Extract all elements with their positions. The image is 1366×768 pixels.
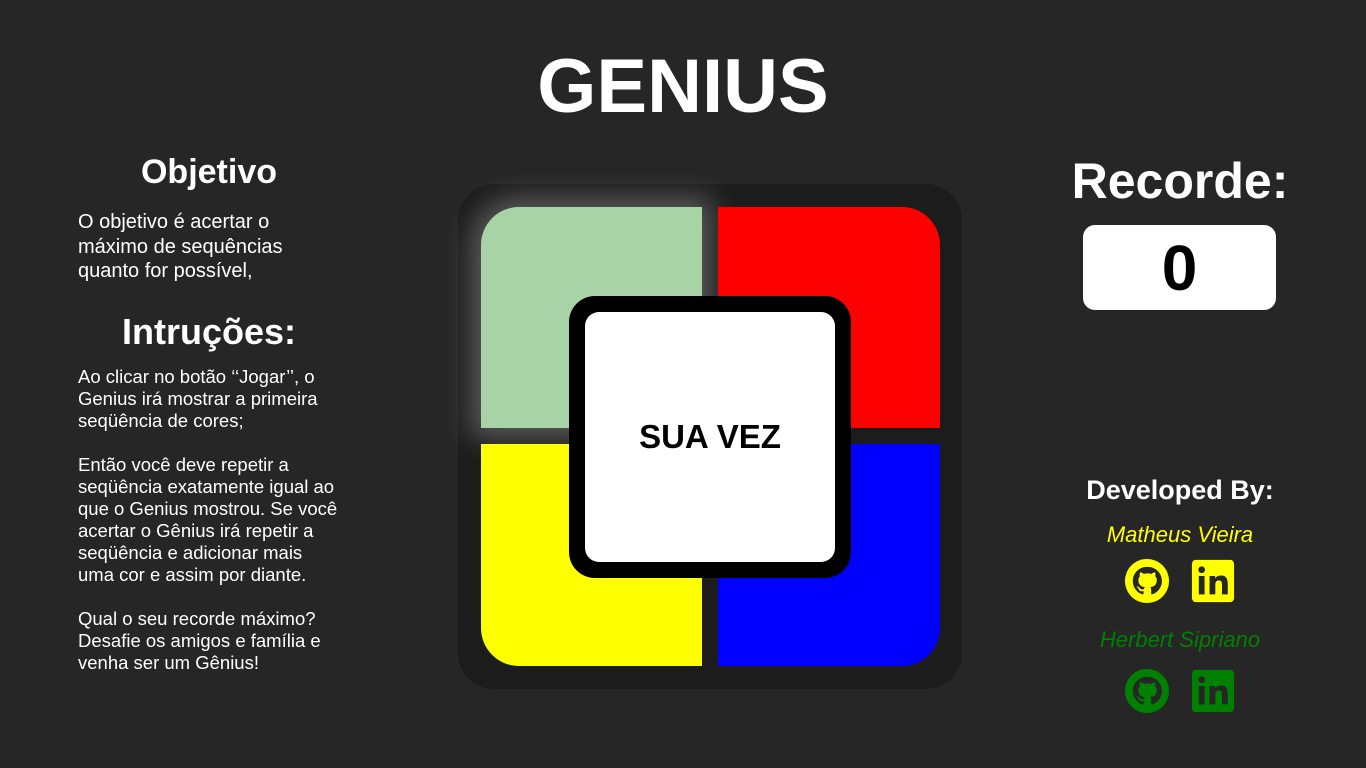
- instructions-list: Ao clicar no botão ‘‘Jogar’’, o Genius i…: [78, 366, 340, 674]
- genius-game-page: GENIUS Objetivo O objetivo é acertar o m…: [0, 0, 1366, 768]
- center-frame: SUA VEZ: [569, 296, 851, 578]
- instructions-panel: Objetivo O objetivo é acertar o máximo d…: [78, 150, 340, 674]
- linkedin-icon[interactable]: [1190, 558, 1236, 604]
- github-icon[interactable]: [1124, 668, 1170, 714]
- developed-by-label: Developed By:: [1086, 475, 1274, 505]
- instructions-heading: Intruções:: [121, 310, 297, 352]
- instruction-paragraph: Ao clicar no botão ‘‘Jogar’’, o Genius i…: [78, 365, 318, 431]
- objective-text: O objetivo é acertar o máximo de sequênc…: [78, 211, 283, 282]
- turn-indicator-button[interactable]: SUA VEZ: [585, 312, 835, 562]
- linkedin-icon[interactable]: [1190, 668, 1236, 714]
- objective-heading: Objetivo: [140, 153, 278, 191]
- github-icon[interactable]: [1124, 558, 1170, 604]
- instruction-paragraph: Então você deve repetir a seqüência exat…: [78, 453, 338, 585]
- page-title: GENIUS: [537, 44, 829, 129]
- instruction-paragraph: Qual o seu recorde máximo? Desafie os am…: [78, 607, 321, 673]
- developer-name: Matheus Vieira: [1106, 522, 1254, 547]
- record-label: Recorde:: [1071, 153, 1289, 209]
- record-value: 0: [1083, 225, 1276, 310]
- developer-name: Herbert Sipriano: [1099, 627, 1261, 652]
